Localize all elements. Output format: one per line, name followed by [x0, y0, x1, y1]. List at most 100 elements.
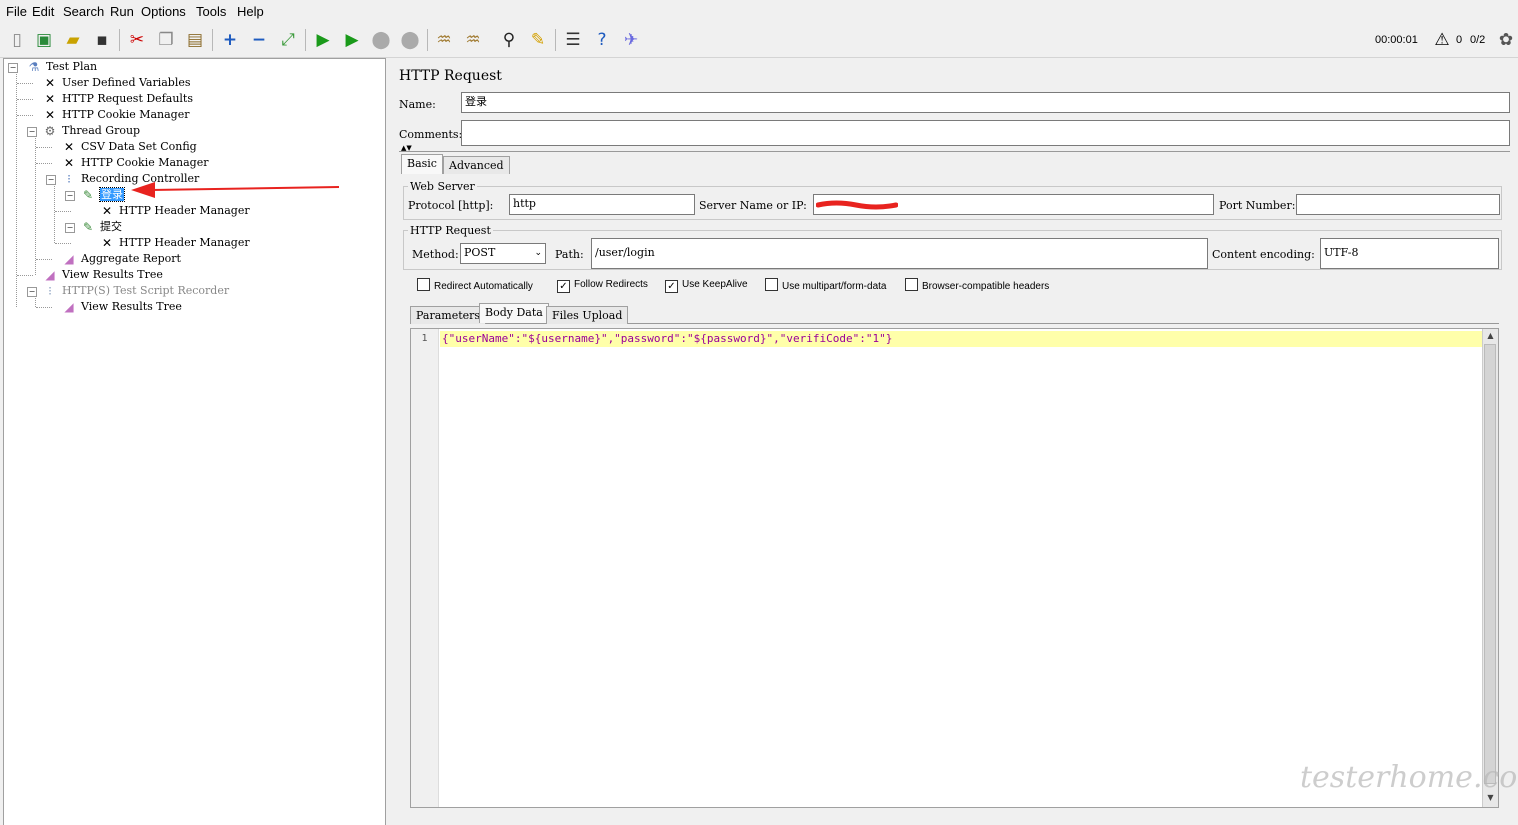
tree-node-thread-group[interactable]: ⚙ Thread Group — [42, 123, 140, 139]
help-icon[interactable]: ? — [590, 28, 614, 52]
stop-icon[interactable]: ⬤ — [369, 28, 393, 52]
test-plan-tree: − ⚗ Test Plan ✕ User Defined Variables ✕ HT… — [3, 58, 386, 825]
warning-icon[interactable]: ⚠ — [1430, 28, 1454, 52]
web-server-title: Web Server — [408, 180, 477, 193]
paste-icon[interactable]: ▤ — [183, 28, 207, 52]
follow-redirects-checkbox[interactable]: ✓ Follow Redirects — [557, 278, 648, 293]
redaction-mark — [816, 200, 898, 210]
chevron-down-icon: ⌄ — [534, 248, 542, 258]
open-icon[interactable]: ▰ — [61, 28, 85, 52]
expand-icon[interactable]: + — [218, 28, 242, 52]
tree-node-aggregate-report[interactable]: ◢ Aggregate Report — [61, 251, 181, 267]
remote-icon[interactable]: ✈ — [619, 28, 643, 52]
tree-node-sampler-submit[interactable]: ✎ 提交 — [80, 219, 122, 235]
expander-test-plan[interactable]: − — [8, 63, 18, 73]
checkbox-label: Follow Redirects — [574, 279, 648, 290]
menu-tools[interactable]: Tools — [196, 4, 226, 19]
toggle-icon[interactable]: ⤢ — [276, 28, 300, 52]
line-number-gutter: 1 — [411, 329, 439, 807]
vertical-scrollbar[interactable]: ▲ ▼ — [1482, 329, 1498, 807]
collapse-icon[interactable]: − — [247, 28, 271, 52]
cut-icon[interactable]: ✂ — [125, 28, 149, 52]
templates-icon[interactable]: ▣ — [32, 28, 56, 52]
checkbox-label: Use multipart/form-data — [782, 281, 887, 292]
shutdown-icon[interactable]: ⬤ — [398, 28, 422, 52]
sampler-pipette-icon: ✎ — [82, 220, 94, 234]
save-icon[interactable]: ▪ — [90, 28, 114, 52]
panel-splitter[interactable] — [386, 58, 390, 824]
browser-compatible-headers-checkbox[interactable]: Browser-compatible headers — [905, 278, 1049, 292]
tree-node-csv-data-set-config[interactable]: ✕ CSV Data Set Config — [61, 139, 197, 155]
body-data-editor[interactable]: 1 {"userName":"${username}","password":"… — [410, 328, 1499, 808]
menu-bar: File Edit Search Run Options Tools Help — [0, 0, 1518, 22]
search-icon[interactable]: ⚲ — [497, 28, 521, 52]
reset-search-icon[interactable]: ✎ — [526, 28, 550, 52]
comments-label: Comments: — [399, 128, 463, 141]
function-helper-icon[interactable]: ☰ — [561, 28, 585, 52]
expander-thread-group[interactable]: − — [27, 127, 37, 137]
tab-files-upload[interactable]: Files Upload — [546, 306, 629, 324]
protocol-input[interactable]: http — [509, 194, 695, 215]
redirect-automatically-checkbox[interactable]: Redirect Automatically — [417, 278, 533, 292]
panel-title: HTTP Request — [399, 68, 502, 84]
controller-icon: ⁝ — [67, 172, 71, 186]
warning-count: 0 — [1456, 34, 1463, 46]
expander-sampler-login[interactable]: − — [65, 191, 75, 201]
tree-node-view-results-tree-2[interactable]: ◢ View Results Tree — [61, 299, 182, 315]
start-no-pause-icon[interactable]: ▶ — [340, 28, 364, 52]
tree-node-http-request-defaults[interactable]: ✕ HTTP Request Defaults — [42, 91, 193, 107]
listener-chart-icon: ◢ — [64, 300, 74, 314]
tree-node-view-results-tree[interactable]: ◢ View Results Tree — [42, 267, 163, 283]
clear-all-icon[interactable]: ♒ — [461, 28, 485, 52]
content-encoding-label: Content encoding: — [1212, 248, 1315, 261]
clear-icon[interactable]: ♒ — [432, 28, 456, 52]
start-icon[interactable]: ▶ — [311, 28, 335, 52]
content-encoding-input[interactable]: UTF-8 — [1320, 238, 1499, 269]
menu-edit[interactable]: Edit — [32, 4, 54, 19]
tree-node-sampler-login[interactable]: ✎ 登录 — [80, 187, 125, 203]
config-element-icon: ✕ — [44, 108, 56, 122]
menu-file[interactable]: File — [6, 4, 27, 19]
expander-script-recorder[interactable]: − — [27, 287, 37, 297]
checkbox-box — [905, 278, 918, 291]
tab-body-data[interactable]: Body Data — [479, 303, 549, 323]
menu-help[interactable]: Help — [237, 4, 264, 19]
tab-parameters[interactable]: Parameters — [410, 306, 487, 324]
comments-input[interactable] — [461, 120, 1510, 146]
use-multipart-checkbox[interactable]: Use multipart/form-data — [765, 278, 886, 292]
name-input[interactable]: 登录 — [461, 92, 1510, 113]
path-input[interactable]: /user/login — [591, 238, 1208, 269]
expander-recording-controller[interactable]: − — [46, 175, 56, 185]
line-number: 1 — [421, 333, 428, 344]
use-keepalive-checkbox[interactable]: ✓ Use KeepAlive — [665, 278, 748, 293]
tree-node-http-cookie-manager-top[interactable]: ✕ HTTP Cookie Manager — [42, 107, 190, 123]
scroll-thumb[interactable] — [1484, 344, 1496, 784]
menu-options[interactable]: Options — [141, 4, 186, 19]
menu-run[interactable]: Run — [110, 4, 134, 19]
tab-basic[interactable]: Basic — [401, 154, 443, 174]
tree-node-header-manager-2[interactable]: ✕ HTTP Header Manager — [99, 235, 250, 251]
tree-node-user-defined-variables[interactable]: ✕ User Defined Variables — [42, 75, 191, 91]
listener-chart-icon: ◢ — [64, 252, 74, 266]
thread-group-icon: ⚙ — [44, 124, 56, 138]
tree-node-test-plan[interactable]: ⚗ Test Plan — [26, 59, 98, 75]
toolbar: ▯ ▣ ▰ ▪ ✂ ❐ ▤ + − ⤢ ▶ ▶ ⬤ ⬤ ♒ ♒ ⚲ ✎ ☰ ? … — [0, 23, 1518, 58]
code-line[interactable]: {"userName":"${username}","password":"${… — [440, 331, 1482, 347]
tree-node-script-recorder[interactable]: ⁝ HTTP(S) Test Script Recorder — [42, 283, 229, 299]
copy-icon[interactable]: ❐ — [154, 28, 178, 52]
checkbox-label: Use KeepAlive — [682, 279, 748, 290]
method-value: POST — [464, 246, 496, 259]
tree-node-header-manager-1[interactable]: ✕ HTTP Header Manager — [99, 203, 250, 219]
sampler-pipette-icon: ✎ — [82, 188, 94, 202]
http-request-group-title: HTTP Request — [408, 224, 493, 237]
path-label: Path: — [555, 248, 584, 261]
tab-advanced[interactable]: Advanced — [443, 156, 510, 174]
new-icon[interactable]: ▯ — [5, 28, 29, 52]
port-number-input[interactable] — [1296, 194, 1500, 215]
expander-sampler-submit[interactable]: − — [65, 223, 75, 233]
annotation-arrow — [131, 182, 340, 198]
menu-search[interactable]: Search — [63, 4, 104, 19]
scroll-up-icon[interactable]: ▲ — [1485, 331, 1496, 343]
method-select[interactable]: POST ⌄ — [460, 243, 546, 264]
tree-node-http-cookie-manager[interactable]: ✕ HTTP Cookie Manager — [61, 155, 209, 171]
